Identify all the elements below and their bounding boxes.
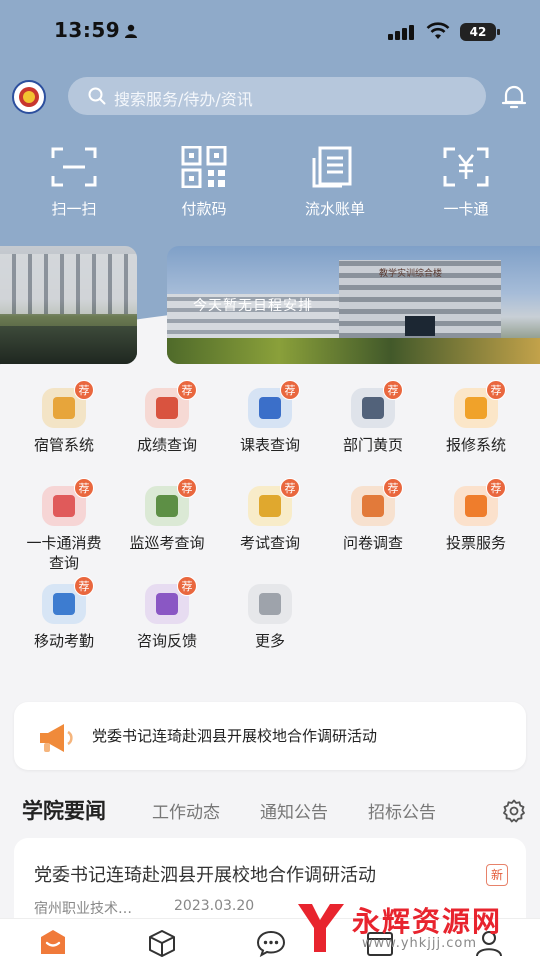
watermark-title: 永辉资源网 xyxy=(352,905,503,938)
service-label: 问卷调查 xyxy=(342,534,403,552)
recommend-badge: 荐 xyxy=(486,478,506,498)
recommend-badge: 荐 xyxy=(177,478,197,498)
home-icon[interactable] xyxy=(38,929,68,955)
quick-ledger-label: 流水账单 xyxy=(304,200,365,218)
service-icon: 荐 xyxy=(351,380,403,428)
tab-college-news[interactable]: 学院要闻 xyxy=(22,795,106,825)
notice-text: 党委书记连琦赴泗县开展校地合作调研活动 xyxy=(92,727,378,745)
service-icon: 荐 xyxy=(145,576,197,624)
building-sign: 教学实训综合楼 xyxy=(379,269,443,279)
service-icon: 荐 xyxy=(454,380,506,428)
cellular-signal-icon xyxy=(388,25,414,40)
notice-bar[interactable]: 党委书记连琦赴泗县开展校地合作调研活动 xyxy=(14,702,526,770)
cube-icon[interactable] xyxy=(147,929,177,957)
service-item[interactable]: 荐咨询反馈 xyxy=(115,576,219,651)
quick-campus-card-label: 一卡通 xyxy=(443,200,489,218)
service-label: 宿管系统 xyxy=(33,436,94,454)
service-icon: 荐 xyxy=(42,380,94,428)
service-label: 考试查询 xyxy=(239,534,300,552)
status-time: 13:59 xyxy=(54,18,121,42)
service-item[interactable]: 更多 xyxy=(218,584,322,651)
recommend-badge: 荐 xyxy=(486,380,506,400)
recommend-badge: 荐 xyxy=(383,380,403,400)
service-item[interactable]: 荐考试查询 xyxy=(218,478,322,553)
wifi-icon xyxy=(426,22,450,39)
news-title: 党委书记连琦赴泗县开展校地合作调研活动 xyxy=(34,865,376,886)
tab-work-updates[interactable]: 工作动态 xyxy=(152,798,220,823)
service-icon: 荐 xyxy=(351,478,403,526)
gear-icon[interactable] xyxy=(502,799,526,823)
service-label: 移动考勤 xyxy=(33,632,94,650)
service-item[interactable]: 荐报修系统 xyxy=(424,380,528,455)
watermark-logo-icon xyxy=(298,904,344,952)
scan-icon xyxy=(51,147,97,187)
quick-scan-label: 扫一扫 xyxy=(51,200,97,218)
card-yuan-icon xyxy=(443,147,489,187)
recommend-badge: 荐 xyxy=(383,478,403,498)
status-bar: 13:59 42 xyxy=(0,0,540,62)
service-icon: 荐 xyxy=(248,478,300,526)
service-item[interactable]: 荐监巡考查询 xyxy=(115,478,219,553)
service-icon: 荐 xyxy=(145,380,197,428)
service-label: 一卡通消费查询 xyxy=(26,534,102,572)
bell-icon[interactable] xyxy=(500,82,528,110)
chat-icon[interactable] xyxy=(256,929,286,957)
service-icon xyxy=(248,584,292,624)
service-icon: 荐 xyxy=(454,478,506,526)
recommend-badge: 荐 xyxy=(177,576,197,596)
watermark: 永辉资源网 www.yhkjjj.com xyxy=(292,898,522,958)
watermark-url: www.yhkjjj.com xyxy=(362,936,478,951)
service-item[interactable]: 荐投票服务 xyxy=(424,478,528,553)
service-item[interactable]: 荐成绩查询 xyxy=(115,380,219,455)
quick-scan[interactable]: 扫一扫 xyxy=(29,146,119,219)
new-badge: 新 xyxy=(486,864,508,886)
service-icon: 荐 xyxy=(42,478,94,526)
school-logo[interactable] xyxy=(12,80,46,114)
tab-announcements[interactable]: 通知公告 xyxy=(260,798,328,823)
recommend-badge: 荐 xyxy=(280,478,300,498)
battery-indicator: 42 xyxy=(460,23,500,41)
service-item[interactable]: 荐宿管系统 xyxy=(12,380,116,455)
ledger-icon xyxy=(312,146,352,188)
service-icon: 荐 xyxy=(145,478,197,526)
service-item[interactable]: 荐移动考勤 xyxy=(12,576,116,651)
news-date: 2023.03.20 xyxy=(174,898,255,914)
service-label: 监巡考查询 xyxy=(129,534,205,552)
recommend-badge: 荐 xyxy=(74,478,94,498)
service-item[interactable]: 荐课表查询 xyxy=(218,380,322,455)
search-placeholder: 搜索服务/待办/资讯 xyxy=(114,90,253,109)
service-label: 投票服务 xyxy=(445,534,506,552)
service-label: 更多 xyxy=(254,632,285,650)
tab-tender-notices[interactable]: 招标公告 xyxy=(368,798,436,823)
banner-image-left[interactable] xyxy=(0,246,137,364)
service-label: 咨询反馈 xyxy=(136,632,197,650)
schedule-text: 今天暂无日程安排 xyxy=(193,298,313,314)
quick-campus-card[interactable]: 一卡通 xyxy=(421,146,511,219)
quick-ledger[interactable]: 流水账单 xyxy=(290,146,380,219)
news-source: 宿州职业技术… xyxy=(34,901,132,917)
qr-code-icon xyxy=(181,146,227,188)
service-label: 课表查询 xyxy=(239,436,300,454)
service-item[interactable]: 荐部门黄页 xyxy=(321,380,425,455)
service-label: 部门黄页 xyxy=(342,436,403,454)
person-icon xyxy=(125,24,137,38)
service-label: 报修系统 xyxy=(445,436,506,454)
service-item[interactable]: 荐问卷调查 xyxy=(321,478,425,553)
search-input[interactable]: 搜索服务/待办/资讯 xyxy=(68,77,486,115)
recommend-badge: 荐 xyxy=(74,380,94,400)
recommend-badge: 荐 xyxy=(280,380,300,400)
service-icon: 荐 xyxy=(42,576,94,624)
service-icon: 荐 xyxy=(248,380,300,428)
recommend-badge: 荐 xyxy=(74,576,94,596)
recommend-badge: 荐 xyxy=(177,380,197,400)
service-label: 成绩查询 xyxy=(136,436,197,454)
service-item[interactable]: 荐一卡通消费查询 xyxy=(12,478,116,573)
banner-image-right[interactable]: 教学实训综合楼 今天暂无日程安排 xyxy=(167,246,540,364)
megaphone-icon xyxy=(40,724,73,752)
quick-payment-code[interactable]: 付款码 xyxy=(159,146,249,219)
search-icon xyxy=(88,87,106,105)
quick-payment-code-label: 付款码 xyxy=(181,200,227,218)
